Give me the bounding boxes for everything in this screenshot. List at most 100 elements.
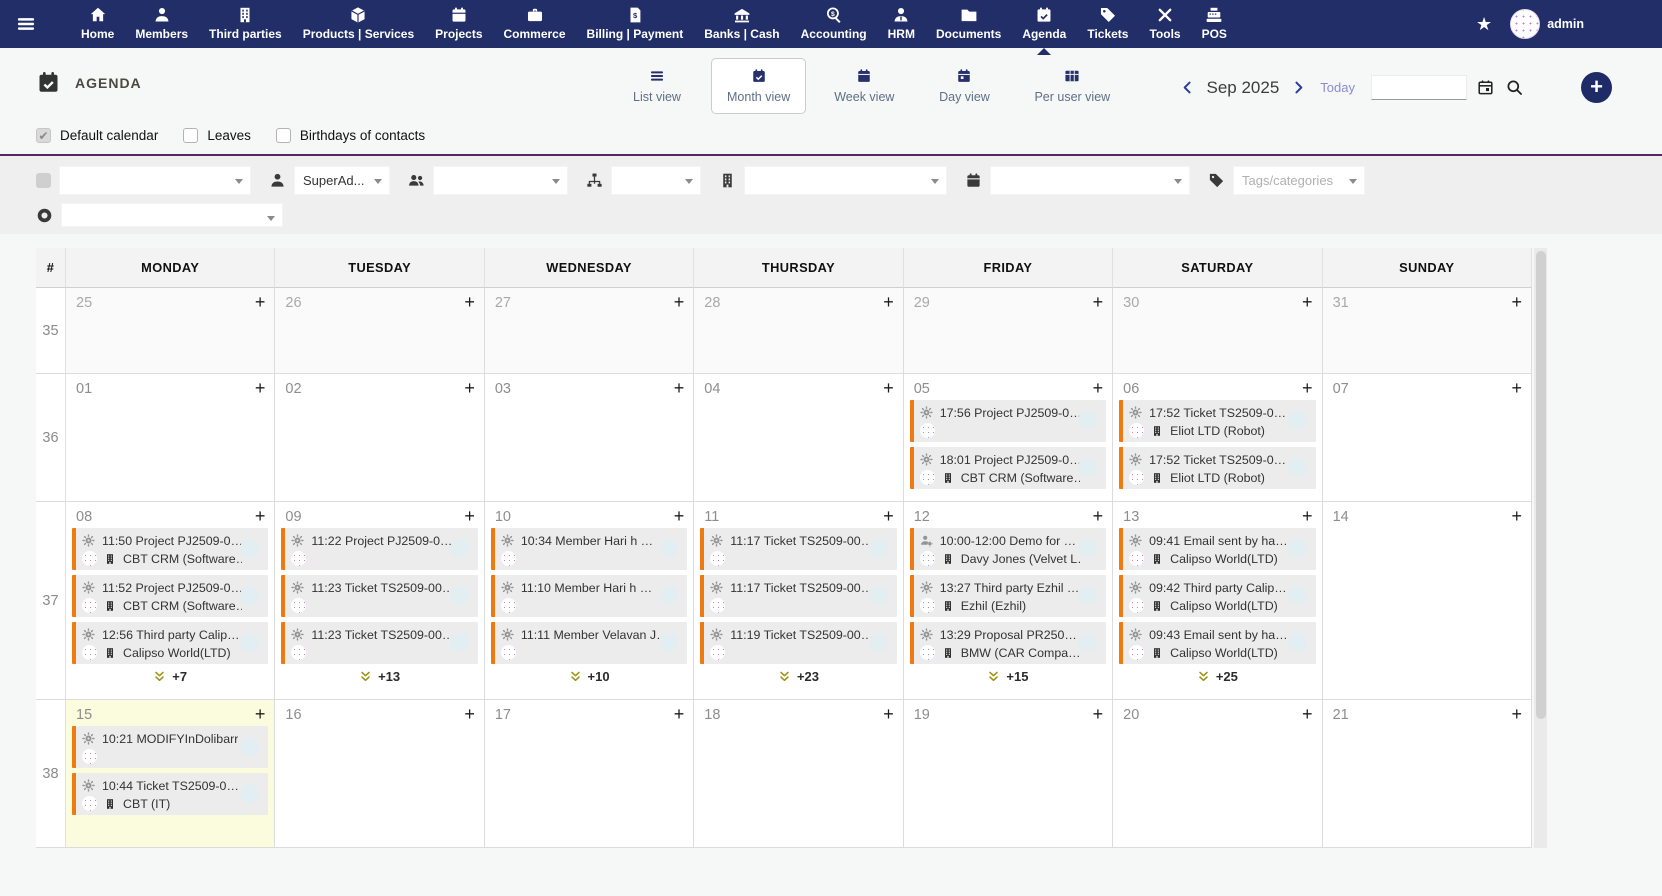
scrollbar-thumb[interactable] [1536, 251, 1546, 719]
calendar-event[interactable]: 11:52 Project PJ2509-0…CBT CRM (Software… [72, 575, 268, 617]
quick-search-input[interactable] [1371, 75, 1467, 100]
filter-select-square[interactable] [59, 166, 251, 195]
add-event-in-day-button[interactable]: + [1511, 381, 1522, 395]
checkbox-box[interactable]: ✔ [36, 128, 51, 143]
calendar-event[interactable]: 17:52 Ticket TS2509-0…Eliot LTD (Robot) [1119, 447, 1315, 489]
add-event-in-day-button[interactable]: + [883, 707, 894, 721]
calendar-event[interactable]: 11:17 Ticket TS2509-00… [700, 528, 896, 570]
user-name[interactable]: admin [1547, 17, 1584, 31]
nav-item-tickets[interactable]: Tickets [1087, 0, 1128, 48]
calendar-event[interactable]: 11:11 Member Velavan J… [491, 622, 687, 664]
add-event-in-day-button[interactable]: + [255, 509, 266, 523]
bookmark-star-icon[interactable]: ★ [1476, 14, 1492, 35]
calendar-event[interactable]: 11:19 Ticket TS2509-00… [700, 622, 896, 664]
calendar-event[interactable]: 09:42 Third party Calip…Calipso World(LT… [1119, 575, 1315, 617]
add-event-in-day-button[interactable]: + [1093, 707, 1104, 721]
filter-select-building[interactable] [744, 166, 947, 195]
calendar-event[interactable]: 12:56 Third party Calip…Calipso World(LT… [72, 622, 268, 664]
filter-select-sitemap[interactable] [611, 166, 701, 195]
add-event-in-day-button[interactable]: + [464, 509, 475, 523]
filter-select-status[interactable] [61, 203, 283, 227]
add-event-in-day-button[interactable]: + [1302, 295, 1313, 309]
add-event-in-day-button[interactable]: + [883, 381, 894, 395]
add-event-in-day-button[interactable]: + [255, 381, 266, 395]
add-event-in-day-button[interactable]: + [1093, 509, 1104, 523]
calendar-event[interactable]: 10:21 MODIFYInDolibarr [72, 726, 268, 768]
nav-item-hrm[interactable]: HRM [888, 0, 915, 48]
more-events-link[interactable]: +13 [275, 669, 483, 684]
add-event-in-day-button[interactable]: + [674, 295, 685, 309]
add-event-in-day-button[interactable]: + [1302, 509, 1313, 523]
add-event-in-day-button[interactable]: + [255, 295, 266, 309]
view-button-day-view[interactable]: Day view [922, 58, 1006, 114]
search-icon[interactable] [1506, 79, 1523, 96]
add-event-in-day-button[interactable]: + [1093, 381, 1104, 395]
hamburger-menu-icon[interactable] [15, 15, 37, 33]
nav-item-home[interactable]: Home [81, 0, 114, 48]
calendar-event[interactable]: 11:17 Ticket TS2509-00… [700, 575, 896, 617]
add-event-in-day-button[interactable]: + [883, 295, 894, 309]
nav-item-agenda[interactable]: Agenda [1022, 0, 1066, 48]
calendar-event[interactable]: 17:52 Ticket TS2509-0…Eliot LTD (Robot) [1119, 400, 1315, 442]
add-event-in-day-button[interactable]: + [1511, 295, 1522, 309]
add-event-in-day-button[interactable]: + [1511, 509, 1522, 523]
add-event-in-day-button[interactable]: + [674, 509, 685, 523]
previous-month-icon[interactable] [1180, 80, 1195, 95]
calendar-event[interactable]: 11:50 Project PJ2509-0…CBT CRM (Software… [72, 528, 268, 570]
nav-item-third-parties[interactable]: Third parties [209, 0, 282, 48]
view-button-list-view[interactable]: List view [615, 58, 699, 114]
view-button-week-view[interactable]: Week view [818, 58, 910, 114]
view-button-per-user-view[interactable]: Per user view [1018, 58, 1126, 114]
nav-item-pos[interactable]: POS [1202, 0, 1227, 48]
checkbox-birthdays-of-contacts[interactable]: Birthdays of contacts [276, 128, 425, 143]
next-month-icon[interactable] [1291, 80, 1306, 95]
nav-item-members[interactable]: Members [135, 0, 188, 48]
filter-select-calendar2[interactable] [990, 166, 1190, 195]
calendar-event[interactable]: 13:27 Third party Ezhil …Ezhil (Ezhil) [910, 575, 1106, 617]
nav-item-billing-payment[interactable]: $Billing | Payment [587, 0, 684, 48]
date-picker-icon[interactable] [1477, 79, 1494, 96]
calendar-event[interactable]: 13:29 Proposal PR250…BMW (CAR Compa… [910, 622, 1106, 664]
calendar-event[interactable]: 17:56 Project PJ2509-0… [910, 400, 1106, 442]
calendar-event[interactable]: 11:22 Project PJ2509-0… [281, 528, 477, 570]
filter-select-person[interactable]: SuperAd... [294, 166, 390, 195]
add-event-in-day-button[interactable]: + [1511, 707, 1522, 721]
add-event-button[interactable]: + [1581, 72, 1612, 103]
nav-item-banks-cash[interactable]: Banks | Cash [704, 0, 779, 48]
add-event-in-day-button[interactable]: + [464, 707, 475, 721]
more-events-link[interactable]: +10 [485, 669, 693, 684]
add-event-in-day-button[interactable]: + [464, 381, 475, 395]
nav-item-accounting[interactable]: $Accounting [801, 0, 867, 48]
add-event-in-day-button[interactable]: + [1302, 381, 1313, 395]
view-button-month-view[interactable]: Month view [711, 58, 806, 114]
add-event-in-day-button[interactable]: + [674, 707, 685, 721]
add-event-in-day-button[interactable]: + [255, 707, 266, 721]
vertical-scrollbar[interactable] [1534, 248, 1547, 848]
checkbox-default-calendar[interactable]: ✔Default calendar [36, 128, 158, 143]
more-events-link[interactable]: +7 [66, 669, 274, 684]
calendar-event[interactable]: 09:43 Email sent by ha…Calipso World(LTD… [1119, 622, 1315, 664]
add-event-in-day-button[interactable]: + [464, 295, 475, 309]
checkbox-leaves[interactable]: Leaves [183, 128, 251, 143]
add-event-in-day-button[interactable]: + [1093, 295, 1104, 309]
filter-select-tag[interactable]: Tags/categories [1233, 166, 1365, 195]
nav-item-tools[interactable]: Tools [1149, 0, 1180, 48]
checkbox-box[interactable] [276, 128, 291, 143]
checkbox-box[interactable] [183, 128, 198, 143]
nav-item-documents[interactable]: Documents [936, 0, 1001, 48]
user-avatar[interactable] [1510, 9, 1540, 39]
calendar-event[interactable]: 11:10 Member Hari h … [491, 575, 687, 617]
add-event-in-day-button[interactable]: + [883, 509, 894, 523]
nav-item-commerce[interactable]: Commerce [504, 0, 566, 48]
more-events-link[interactable]: +23 [694, 669, 902, 684]
add-event-in-day-button[interactable]: + [1302, 707, 1313, 721]
calendar-event[interactable]: 11:23 Ticket TS2509-00… [281, 622, 477, 664]
calendar-event[interactable]: 10:44 Ticket TS2509-0…CBT (IT) [72, 773, 268, 815]
filter-select-users[interactable] [433, 166, 568, 195]
nav-item-products-services[interactable]: Products | Services [303, 0, 414, 48]
nav-item-projects[interactable]: Projects [435, 0, 482, 48]
more-events-link[interactable]: +15 [904, 669, 1112, 684]
calendar-event[interactable]: 09:41 Email sent by ha…Calipso World(LTD… [1119, 528, 1315, 570]
add-event-in-day-button[interactable]: + [674, 381, 685, 395]
more-events-link[interactable]: +25 [1113, 669, 1321, 684]
